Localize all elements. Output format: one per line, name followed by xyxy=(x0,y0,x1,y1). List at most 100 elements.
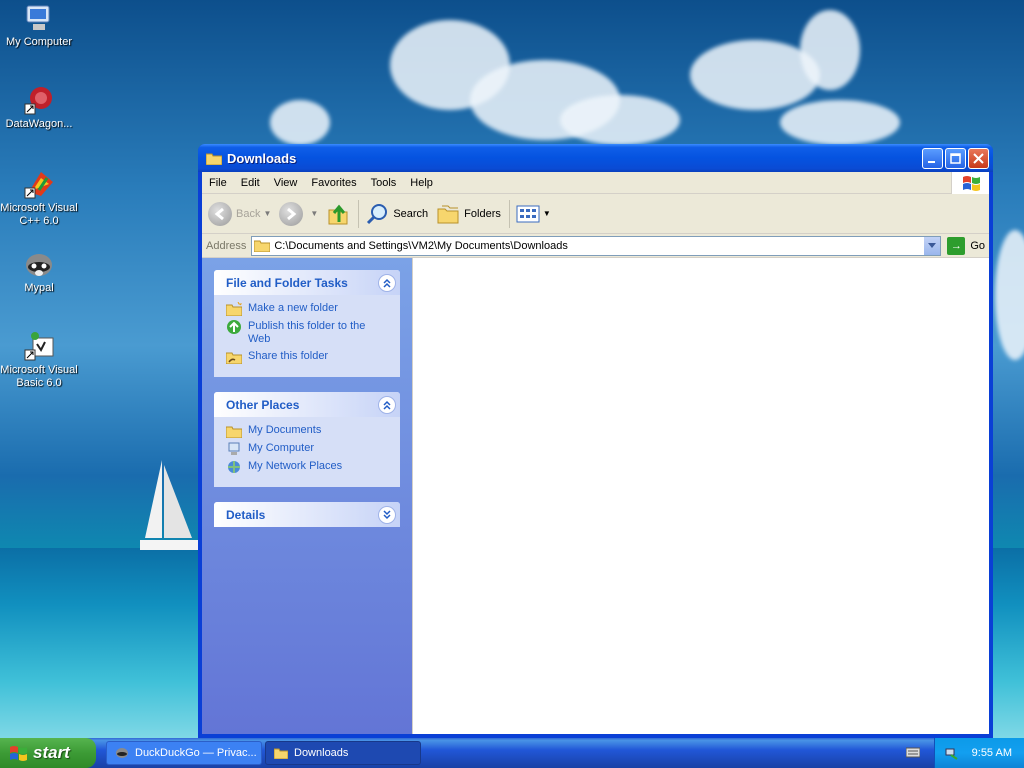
new-folder-icon xyxy=(226,302,242,316)
back-arrow-icon xyxy=(208,201,232,226)
desktop-icon-label: My Computer xyxy=(5,36,73,48)
cloud xyxy=(560,95,680,145)
search-button[interactable]: Search xyxy=(365,202,428,226)
views-dropdown-icon[interactable]: ▼ xyxy=(543,209,551,218)
toolbar-separator xyxy=(508,199,510,228)
address-dropdown-button[interactable] xyxy=(924,236,941,255)
search-icon xyxy=(367,203,388,224)
search-label: Search xyxy=(393,207,429,220)
collapse-chevron-icon[interactable] xyxy=(378,273,396,292)
back-label: Back xyxy=(236,207,261,220)
address-bar: Address → Go xyxy=(202,234,989,258)
folders-button[interactable]: Folders xyxy=(436,203,501,225)
close-button[interactable] xyxy=(968,147,989,169)
other-places-panel: Other Places My Documents My Computer My xyxy=(214,392,400,487)
start-label: start xyxy=(33,743,70,762)
back-button[interactable]: Back ▼ xyxy=(208,201,271,226)
menu-favorites[interactable]: Favorites xyxy=(304,177,363,189)
collapse-chevron-icon[interactable] xyxy=(378,395,396,414)
minimize-icon xyxy=(928,160,935,163)
menu-tools[interactable]: Tools xyxy=(364,177,404,189)
my-computer-icon xyxy=(23,2,55,34)
chevron-down-icon xyxy=(928,243,937,248)
close-icon xyxy=(973,152,984,164)
desktop-icon-visual-cpp[interactable]: Microsoft Visual C++ 6.0 xyxy=(0,168,78,228)
menu-file[interactable]: File xyxy=(202,177,234,189)
address-input[interactable] xyxy=(274,239,925,252)
windows-logo-icon xyxy=(951,172,989,194)
windows-logo-icon xyxy=(10,746,27,761)
panel-header[interactable]: Details xyxy=(214,502,400,527)
desktop-icon-mypal[interactable]: Mypal xyxy=(0,248,78,295)
clock[interactable]: 9:55 AM xyxy=(972,747,1012,759)
desktop-icon-label: Mypal xyxy=(24,282,54,294)
cloud xyxy=(995,230,1024,360)
cloud xyxy=(270,100,330,145)
menu-help[interactable]: Help xyxy=(403,177,440,189)
maximize-button[interactable] xyxy=(945,147,966,169)
details-panel: Details xyxy=(214,502,400,527)
forward-button[interactable]: ▼ xyxy=(279,201,318,226)
desktop-icon-label: DataWagon... xyxy=(5,118,73,130)
folder-icon xyxy=(254,240,271,252)
desktop-icon-my-computer[interactable]: My Computer xyxy=(0,2,78,49)
publish-web-icon xyxy=(227,320,241,334)
title-bar[interactable]: Downloads xyxy=(198,144,993,172)
up-folder-icon xyxy=(328,204,348,224)
panel-title: Other Places xyxy=(226,397,300,412)
back-dropdown-icon[interactable]: ▼ xyxy=(263,209,271,218)
mypal-raccoon-icon xyxy=(23,248,55,280)
panel-title: File and Folder Tasks xyxy=(226,275,348,290)
start-button[interactable]: start xyxy=(0,738,96,768)
views-button[interactable]: ▼ xyxy=(516,204,551,224)
views-icon xyxy=(516,205,540,222)
desktop-icon-visual-basic[interactable]: Microsoft Visual Basic 6.0 xyxy=(0,330,78,390)
go-button[interactable]: → Go xyxy=(947,236,985,255)
explorer-window: Downloads File Edit View Favorites Tools… xyxy=(198,144,993,738)
folders-icon xyxy=(437,205,459,223)
toolbar-separator xyxy=(358,199,360,228)
publish-to-web-link[interactable]: Publish this folder to the Web xyxy=(226,320,390,346)
forward-arrow-icon xyxy=(279,201,304,226)
address-field[interactable] xyxy=(251,235,942,256)
keyboard-icon[interactable] xyxy=(906,746,920,758)
menu-bar: File Edit View Favorites Tools Help xyxy=(202,172,989,194)
network-tray-icon[interactable] xyxy=(945,746,959,760)
task-pane: File and Folder Tasks Make a new folder … xyxy=(202,258,412,734)
up-folder-button[interactable] xyxy=(326,202,350,226)
visual-cpp-icon xyxy=(23,168,55,200)
toolbar: Back ▼ ▼ Search Folders ▼ xyxy=(202,194,989,234)
network-places-icon xyxy=(228,461,240,473)
panel-header[interactable]: Other Places xyxy=(214,392,400,417)
my-network-places-link[interactable]: My Network Places xyxy=(226,460,390,474)
my-documents-link[interactable]: My Documents xyxy=(226,424,390,438)
make-new-folder-link[interactable]: Make a new folder xyxy=(226,302,390,316)
window-title: Downloads xyxy=(227,150,297,166)
share-folder-link[interactable]: Share this folder xyxy=(226,350,390,364)
taskbar-item-duckduckgo[interactable]: DuckDuckGo — Privac... xyxy=(106,741,262,765)
system-tray: 9:55 AM xyxy=(934,738,1024,768)
menu-edit[interactable]: Edit xyxy=(234,177,267,189)
datawagon-icon xyxy=(23,84,55,116)
share-folder-icon xyxy=(226,352,242,364)
menu-view[interactable]: View xyxy=(267,177,305,189)
taskbar: start DuckDuckGo — Privac... Downloads 9… xyxy=(0,738,1024,768)
visual-basic-icon xyxy=(23,330,55,362)
minimize-button[interactable] xyxy=(922,147,943,169)
panel-header[interactable]: File and Folder Tasks xyxy=(214,270,400,295)
expand-chevron-icon[interactable] xyxy=(378,505,396,524)
taskbar-item-downloads[interactable]: Downloads xyxy=(265,741,421,765)
go-arrow-icon: → xyxy=(947,236,966,255)
file-list-area[interactable] xyxy=(412,258,989,734)
panel-title: Details xyxy=(226,507,266,522)
cloud xyxy=(780,100,900,145)
folder-icon xyxy=(274,748,288,759)
my-computer-link[interactable]: My Computer xyxy=(226,442,390,456)
desktop-icon-label: Microsoft Visual C++ 6.0 xyxy=(0,202,78,227)
go-label: Go xyxy=(970,239,985,252)
forward-dropdown-icon[interactable]: ▼ xyxy=(310,209,318,218)
address-label: Address xyxy=(206,239,247,252)
cloud xyxy=(800,10,860,90)
desktop-icon-datawagon[interactable]: DataWagon... xyxy=(0,84,78,131)
my-computer-icon xyxy=(228,442,240,455)
